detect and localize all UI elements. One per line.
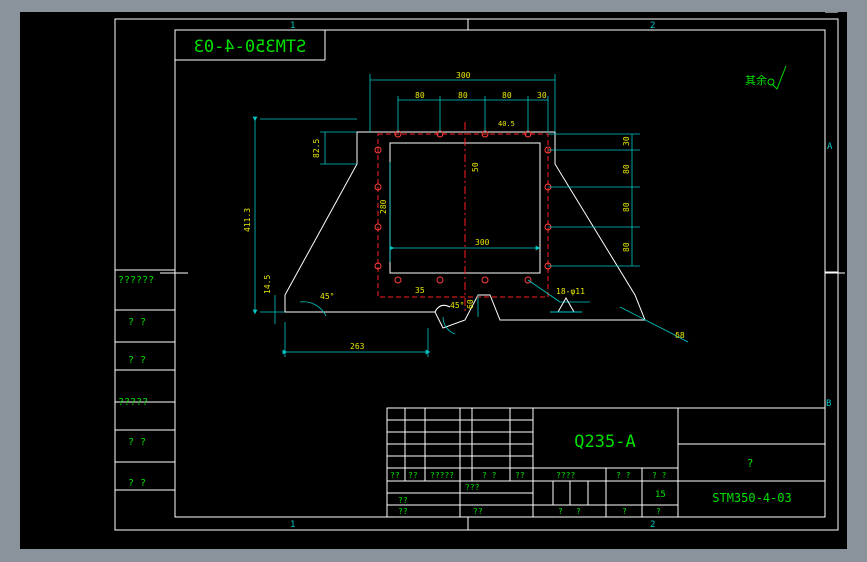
dim-slot-angle: 45°: [450, 301, 464, 310]
bottom-row-2: ?: [622, 507, 627, 516]
dim-slot-depth: 60: [466, 299, 475, 309]
dim-spacing-4: 30: [537, 91, 547, 100]
row-label-1: ??: [408, 471, 418, 480]
mirrored-code-box: STM350-4-03: [175, 30, 326, 61]
row4-label-1: ??: [473, 507, 483, 516]
dim-spacing-3: 80: [502, 91, 512, 100]
dim-spacing-2: 80: [458, 91, 468, 100]
dim-slot: 35: [415, 286, 425, 295]
roughness-label: 其余: [745, 73, 767, 87]
zone-label-top-left: 1: [290, 21, 295, 31]
zone-label-top-right: 2: [650, 21, 655, 31]
dim-top-offset: 40.5: [498, 120, 515, 128]
dim-right-4: 80: [622, 242, 631, 252]
row-label-3: ? ?: [482, 471, 497, 480]
datum-triangle: [557, 296, 575, 313]
bottom-row-1: ?: [576, 507, 581, 516]
side-label-0: ??????: [118, 275, 154, 286]
dim-total-height: 411.3: [243, 208, 252, 232]
roughness-check: [771, 65, 787, 90]
side-label-column: ?????? ? ? ? ? ????? ? ? ? ?: [115, 269, 175, 491]
dim-spacing-1: 80: [415, 91, 425, 100]
hole: [394, 276, 402, 284]
part-name: ?: [747, 457, 754, 470]
dim-height-left: 82.5: [312, 139, 321, 158]
dimensions: [252, 74, 689, 357]
zone-label-a: A: [827, 142, 833, 152]
side-label-2: ? ?: [128, 355, 146, 366]
dim-inner-width: 300: [475, 238, 490, 247]
material: Q235-A: [574, 432, 635, 452]
side-label-4: ? ?: [128, 437, 146, 448]
dim-thickness: δ8: [675, 331, 685, 340]
dim-base-height: 14.5: [263, 275, 272, 294]
dim-vertical-mid: 50: [471, 162, 480, 172]
hole: [481, 276, 489, 284]
scale-header: ? ?: [652, 471, 667, 480]
outer-frame: [114, 18, 839, 531]
zone-label-bottom-left: 1: [290, 520, 295, 530]
row3-label: ??: [398, 496, 408, 505]
engineering-drawing: 1 2 1 2 A B STM350-4-03 其余 ?????? ? ? ? …: [114, 11, 845, 531]
side-label-3: ?????: [118, 397, 148, 408]
bottom-row-3: ?: [656, 507, 661, 516]
row-label-4: ??: [515, 471, 525, 480]
bottom-row-0: ?: [558, 507, 563, 516]
zone-label-bottom-right: 2: [650, 520, 655, 530]
bolt-holes: [374, 130, 552, 284]
drawing-canvas: 1 2 1 2 A B STM350-4-03 其余 ?????? ? ? ? …: [20, 11, 847, 549]
title-block-text: Q235-A ? STM350-4-03 ?? ?? ????? ? ? ?? …: [390, 432, 792, 516]
side-label-1: ? ?: [128, 317, 146, 328]
roughness-circle: [767, 78, 775, 86]
dimension-texts: 300 80 80 80 30 40.5 30 80 80 80 82.5 41…: [243, 71, 685, 351]
row2-label: ???: [465, 483, 480, 492]
hole: [436, 276, 444, 284]
zone-label-b: B: [826, 399, 831, 409]
row4-label-0: ??: [398, 507, 408, 516]
mirrored-code: STM350-4-03: [194, 37, 307, 57]
side-label-5: ? ?: [128, 478, 146, 489]
dim-hole-callout: 18-φ11: [556, 287, 585, 296]
weight-header: ? ?: [616, 471, 631, 480]
dim-overall-width: 300: [456, 71, 471, 80]
drawing-no: STM350-4-03: [712, 491, 791, 505]
dim-inner-height: 280: [379, 199, 388, 214]
dim-right-1: 30: [622, 136, 631, 146]
dim-base-width: 263: [350, 342, 365, 351]
dim-right-3: 80: [622, 202, 631, 212]
scale-value: 15: [655, 490, 666, 500]
dim-angle-left: 45°: [320, 292, 334, 301]
stage-header: ????: [556, 471, 575, 480]
dim-right-2: 80: [622, 164, 631, 174]
row-label-0: ??: [390, 471, 400, 480]
roughness-symbol: 其余: [745, 65, 787, 90]
row-label-2: ?????: [430, 471, 454, 480]
